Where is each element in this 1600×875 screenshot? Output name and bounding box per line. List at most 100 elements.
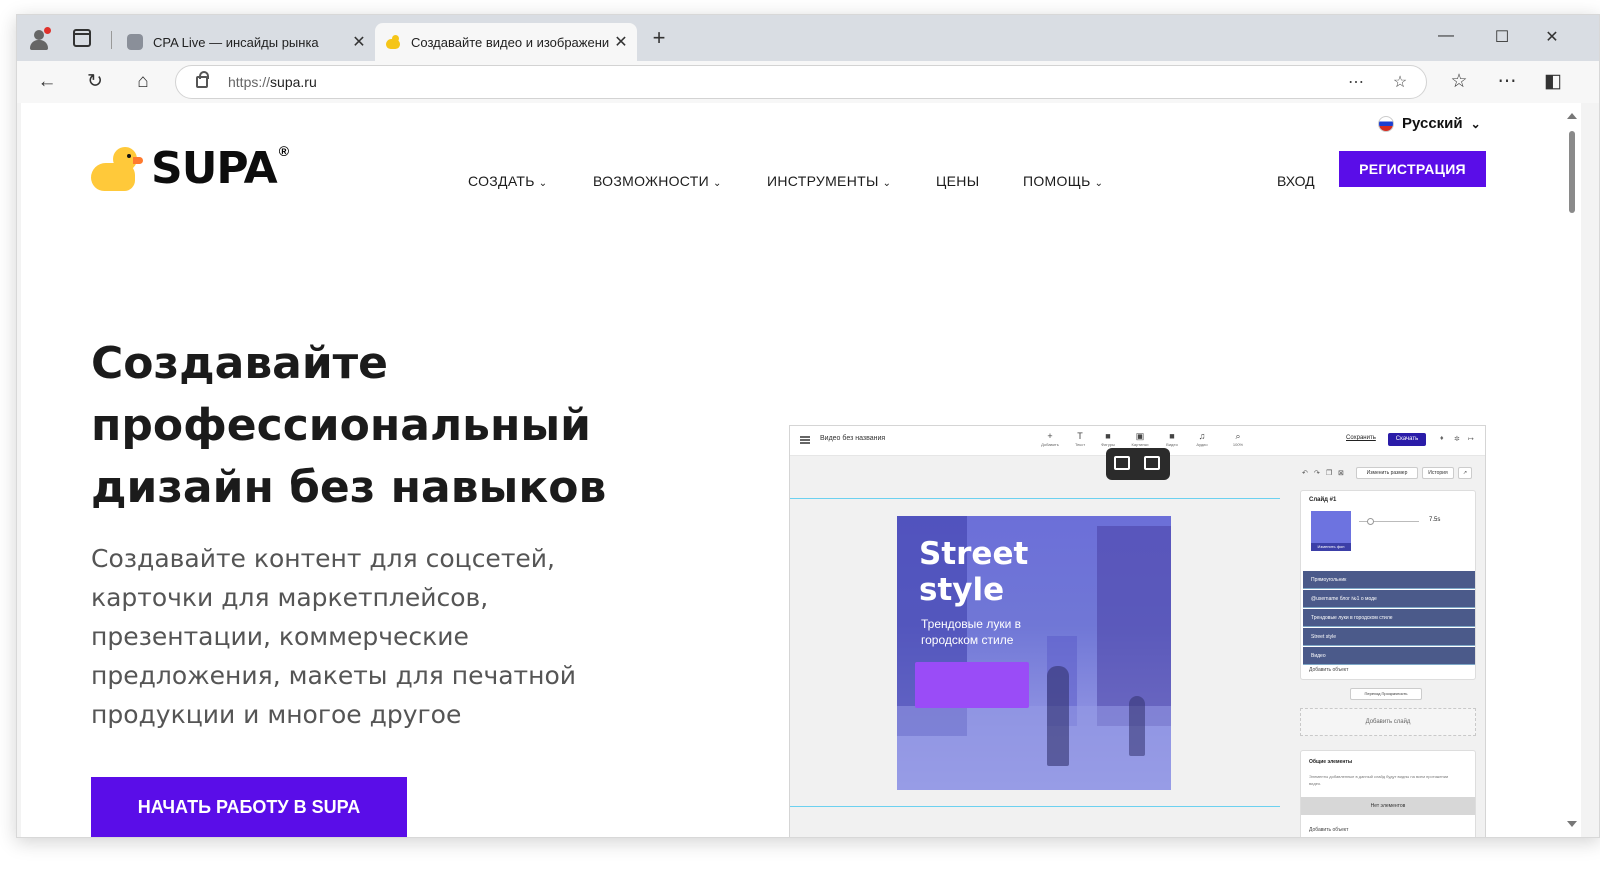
resize-button: Изменить размер [1356,467,1418,479]
external-link-icon: ↗ [1458,467,1472,479]
tab-title: CPA Live — инсайды рынка [153,34,319,50]
resize-icon [1114,456,1130,470]
slider-knob [1367,518,1374,525]
layer-item: @username блог №1 о моде [1303,590,1475,608]
sidebar-icon[interactable]: ◧ [1539,68,1567,96]
tab-actions-icon[interactable] [73,29,91,47]
artwork-button-shape [915,662,1029,708]
russia-flag-icon [1378,115,1394,132]
maximize-button[interactable]: ☐ [1487,27,1517,47]
scroll-down-icon[interactable] [1567,821,1577,827]
page-scrollbar[interactable] [1563,103,1581,837]
reader-mode-icon[interactable]: ⋯ [1344,71,1368,95]
minimize-button[interactable]: — [1431,27,1461,45]
scroll-thumb[interactable] [1569,131,1575,213]
slide-duration: 7.5s [1429,517,1441,523]
copy-icon: ❐ [1326,470,1333,477]
layer-item: Прямоугольник [1303,571,1475,589]
bell-icon: ♦ [1440,435,1444,442]
add-object-link: Добавить объект [1309,827,1349,833]
tool-audio: ♫ Аудио [1196,431,1208,447]
favorites-icon[interactable]: ☆ [1445,68,1473,96]
language-label: Русский [1402,115,1463,132]
tool-video: ■ Видео [1166,431,1178,447]
supa-logo[interactable]: SUPA ® [91,143,289,194]
tab-close-icon[interactable]: ✕ [609,32,633,52]
layer-item: Трендовые луки в городском стиле [1303,609,1475,627]
guide-line [790,498,1280,499]
back-icon[interactable]: ← [33,68,61,96]
chevron-down-icon: ⌄ [1094,178,1104,189]
register-button[interactable]: РЕГИСТРАЦИЯ [1339,151,1486,187]
hero-subtitle: Создавайте контент для соцсетей, карточк… [91,544,577,729]
web-page: Русский ⌄ SUPA ® СОЗДАТЬ ⌄ ВОЗМОЖНОСТИ ⌄ И… [21,103,1563,837]
tool-zoom: ⌕ 100% [1232,431,1244,447]
exit-icon: ↦ [1468,436,1474,443]
lock-icon[interactable] [196,71,209,88]
chevron-down-icon: ⌄ [712,178,722,189]
tool-shapes: ■ Фигуры [1101,431,1115,447]
url-text[interactable]: https://supa.ru [228,74,317,90]
common-elements-card: Общие элементы Элементы добавленные в да… [1300,750,1476,837]
hero-title: Создавайте профессиональный дизайн без н… [91,338,607,513]
editor-save: Сохранить [1346,435,1376,441]
layer-item: Видео [1303,647,1475,665]
slide-label: Слайд #1 [1309,497,1337,503]
tool-add: + Добавить [1041,431,1059,447]
nav-tools[interactable]: ИНСТРУМЕНТЫ ⌄ [767,173,891,189]
browser-window: CPA Live — инсайды рынка ✕ Создавайте ви… [16,14,1600,838]
address-bar[interactable]: https://supa.ru ⋯ ☆ [175,65,1427,99]
no-elements-label: Нет элементов [1301,797,1475,815]
slide-thumbnail: Изменить фон [1311,511,1351,551]
registered-mark: ® [278,143,290,159]
language-selector[interactable]: Русский ⌄ [1378,115,1481,132]
chevron-down-icon: ⌄ [538,178,548,189]
artwork-canvas: Street style Трендовые луки в городском … [897,516,1171,790]
editor-download: Скачать [1388,433,1426,446]
floating-format-bar [1106,448,1170,480]
duck-favicon-icon [385,34,401,50]
tool-images: ▣ Картинки [1131,431,1149,447]
tab-title: Создавайте видео и изображения [411,34,609,50]
guide-line [790,806,1280,807]
scroll-up-icon[interactable] [1567,113,1577,119]
new-tab-button[interactable]: + [647,27,671,49]
history-button: История [1422,467,1454,479]
add-slide-button: Добавить слайд [1300,708,1476,736]
duck-logo-icon [91,145,143,193]
common-elements-title: Общие элементы [1309,759,1353,765]
logo-text: SUPA [151,143,278,194]
editor-preview: Видео без названия + Добавить T Текст ■ Фиг… [789,425,1486,837]
tab-close-icon[interactable]: ✕ [347,32,371,52]
artwork-subtitle: Трендовые луки в городском стиле [921,617,1021,647]
chevron-down-icon: ⌄ [1470,116,1481,131]
tab-supa[interactable]: Создавайте видео и изображения ✕ [375,23,637,61]
profile-avatar-icon[interactable] [27,27,51,51]
slide-card: Слайд #1 Изменить фон 7.5s Прямоугольник… [1300,490,1476,680]
redo-icon: ↷ [1314,470,1320,477]
more-menu-icon[interactable]: ⋯ [1493,68,1521,96]
tab-separator [111,31,112,49]
nav-help[interactable]: ПОМОЩЬ ⌄ [1023,173,1103,189]
add-object-link: Добавить объект [1309,667,1349,673]
gear-icon: ✲ [1454,436,1460,443]
menu-icon [800,436,810,444]
artwork-title: Street style [919,536,1029,608]
start-button[interactable]: НАЧАТЬ РАБОТУ В SUPA [91,777,407,837]
nav-pricing[interactable]: ЦЕНЫ [936,173,979,189]
login-link[interactable]: ВХОД [1277,173,1315,189]
layer-item: Street style [1303,628,1475,646]
home-icon[interactable]: ⌂ [129,68,157,96]
tab-cpa-live[interactable]: CPA Live — инсайды рынка ✕ [117,23,375,61]
transition-button: Переход Прозрачность [1350,688,1422,700]
reload-icon[interactable]: ↻ [81,68,109,96]
cat-favicon-icon [127,34,143,50]
close-window-button[interactable]: ✕ [1537,27,1567,47]
undo-icon: ↶ [1302,470,1308,477]
play-icon [1144,456,1160,470]
nav-features[interactable]: ВОЗМОЖНОСТИ ⌄ [593,173,722,189]
browser-toolbar: ← ↻ ⌂ https://supa.ru ⋯ ☆ ☆ ⋯ ◧ [17,61,1599,103]
add-favorite-icon[interactable]: ☆ [1388,71,1412,95]
nav-create[interactable]: СОЗДАТЬ ⌄ [468,173,547,189]
lock-icon: ⊠ [1338,470,1344,477]
